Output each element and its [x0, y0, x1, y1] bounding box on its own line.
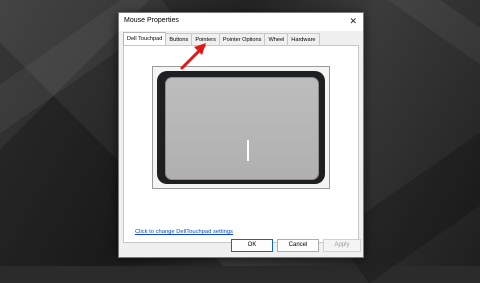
apply-button[interactable]: Apply	[323, 239, 361, 252]
background-shape	[359, 0, 480, 95]
close-icon[interactable]: ✕	[349, 16, 357, 27]
touchpad-settings-link[interactable]: Click to change DellTouchpad settings	[135, 229, 233, 235]
window-title: Mouse Properties	[124, 17, 179, 24]
touchpad-surface	[165, 77, 319, 180]
title-bar: Mouse Properties ✕	[119, 13, 363, 31]
mouse-properties-dialog: Mouse Properties ✕ Dell Touchpad Buttons…	[118, 12, 364, 258]
tab-panel: Click to change DellTouchpad settings	[123, 45, 359, 243]
ok-button[interactable]: OK	[231, 239, 273, 252]
tab-dell-touchpad[interactable]: Dell Touchpad	[123, 32, 167, 46]
tab-strip: Dell Touchpad Buttons Pointers Pointer O…	[123, 32, 320, 46]
touchpad-cursor-line	[247, 140, 249, 161]
cancel-button[interactable]: Cancel	[277, 239, 319, 252]
touchpad-image-frame	[152, 66, 330, 189]
red-arrow-icon	[180, 43, 206, 70]
touchpad-image	[157, 71, 325, 184]
